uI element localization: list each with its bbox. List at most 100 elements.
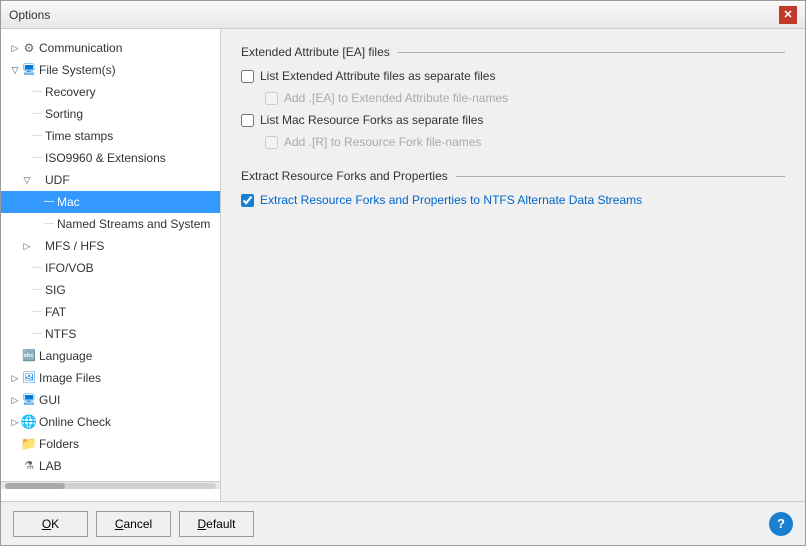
expand-onlinecheck[interactable]: ▷ [9, 416, 21, 428]
dash-icon4: — [33, 150, 41, 166]
tree-label-udf: UDF [45, 171, 70, 189]
option2-checkbox[interactable] [265, 92, 278, 105]
dash-icon6: — [45, 194, 53, 210]
option3-row: List Mac Resource Forks as separate file… [241, 113, 785, 127]
ok-button[interactable]: OK [13, 511, 88, 537]
tree-label-mac: Mac [57, 193, 80, 211]
tree-label-lab: LAB [39, 457, 62, 475]
tree-label-sorting: Sorting [45, 105, 83, 123]
ea-files-section: Extended Attribute [EA] files List Exten… [241, 45, 785, 149]
option1-row: List Extended Attribute files as separat… [241, 69, 785, 83]
tree-label-sig: SIG [45, 281, 66, 299]
tree-item-filesystem[interactable]: ▽ 🖥 File System(s) [1, 59, 220, 81]
tree-label-filesystem: File System(s) [39, 61, 116, 79]
lab-icon: ⚗ [21, 458, 37, 474]
option1-label[interactable]: List Extended Attribute files as separat… [260, 69, 495, 83]
tree-item-gui[interactable]: ▷ 🖥 GUI [1, 389, 220, 411]
dash-icon8 [33, 238, 41, 254]
option3-checkbox[interactable] [241, 114, 254, 127]
section1-divider [398, 52, 785, 53]
globe-icon: 🌐 [21, 414, 37, 430]
gear-icon: ⚙ [21, 40, 37, 56]
tree-item-ifo[interactable]: — IFO/VOB [1, 257, 220, 279]
option2-row: Add .[EA] to Extended Attribute file-nam… [241, 91, 785, 105]
dash-icon5 [33, 172, 41, 188]
option3-label[interactable]: List Mac Resource Forks as separate file… [260, 113, 483, 127]
tree-label-folders: Folders [39, 435, 79, 453]
help-button[interactable]: ? [769, 512, 793, 536]
tree-label-imagefiles: Image Files [39, 369, 101, 387]
tree-item-imagefiles[interactable]: ▷ 🖼 Image Files [1, 367, 220, 389]
tree-item-udf[interactable]: ▽ UDF [1, 169, 220, 191]
tree-item-mfs[interactable]: ▷ MFS / HFS [1, 235, 220, 257]
dialog-title: Options [9, 8, 50, 22]
folder-icon: 📁 [21, 436, 37, 452]
tree-item-communication[interactable]: ▷ ⚙ Communication [1, 37, 220, 59]
tree-label-gui: GUI [39, 391, 60, 409]
option4-checkbox[interactable] [265, 136, 278, 149]
tree-item-namedstreams[interactable]: — Named Streams and System [1, 213, 220, 235]
cancel-button[interactable]: Cancel [96, 511, 171, 537]
expand-mfs[interactable]: ▷ [21, 240, 33, 252]
fs-icon: 🖥 [21, 62, 37, 78]
dash-icon9: — [33, 260, 41, 276]
tree-label-recovery: Recovery [45, 83, 96, 101]
tree-item-fat[interactable]: — FAT [1, 301, 220, 323]
tree-item-iso9960[interactable]: — ISO9960 & Extensions [1, 147, 220, 169]
img-icon: 🖼 [21, 370, 37, 386]
tree-item-sig[interactable]: — SIG [1, 279, 220, 301]
dialog-footer: OK Cancel Default ? [1, 501, 805, 545]
tree-label-timestamps: Time stamps [45, 127, 113, 145]
lang-icon: 🔤 [21, 348, 37, 364]
tree-item-folders[interactable]: 📁 Folders [1, 433, 220, 455]
tree-label-fat: FAT [45, 303, 66, 321]
tree-item-timestamps[interactable]: — Time stamps [1, 125, 220, 147]
tree-item-onlinecheck[interactable]: ▷ 🌐 Online Check [1, 411, 220, 433]
section2-divider [456, 176, 785, 177]
section2-title: Extract Resource Forks and Properties [241, 169, 448, 183]
option5-label[interactable]: Extract Resource Forks and Properties to… [260, 193, 642, 207]
default-button[interactable]: Default [179, 511, 254, 537]
option2-label: Add .[EA] to Extended Attribute file-nam… [284, 91, 508, 105]
tree-panel: ▷ ⚙ Communication ▽ 🖥 File System(s) — R [1, 29, 221, 501]
expand-communication[interactable]: ▷ [9, 42, 21, 54]
tree-scrollbar[interactable] [1, 481, 220, 489]
section1-title: Extended Attribute [EA] files [241, 45, 390, 59]
dash-icon7: — [45, 216, 53, 232]
dash-icon11: — [33, 304, 41, 320]
close-button[interactable]: ✕ [779, 6, 797, 24]
dash-icon2: — [33, 106, 41, 122]
tree-item-sorting[interactable]: — Sorting [1, 103, 220, 125]
tree-item-lab[interactable]: ⚗ LAB [1, 455, 220, 477]
tree-item-recovery[interactable]: — Recovery [1, 81, 220, 103]
option5-checkbox[interactable] [241, 194, 254, 207]
tree-label-namedstreams: Named Streams and System [57, 215, 210, 233]
tree-label-ifo: IFO/VOB [45, 259, 94, 277]
content-panel: Extended Attribute [EA] files List Exten… [221, 29, 805, 501]
expand-udf[interactable]: ▽ [21, 174, 33, 186]
expand-gui[interactable]: ▷ [9, 394, 21, 406]
tree-label-onlinecheck: Online Check [39, 413, 111, 431]
tree-item-mac[interactable]: — Mac [1, 191, 220, 213]
dash-icon: — [33, 84, 41, 100]
dash-icon10: — [33, 282, 41, 298]
tree-item-language[interactable]: 🔤 Language [1, 345, 220, 367]
expand-filesystem[interactable]: ▽ [9, 64, 21, 76]
gui-icon: 🖥 [21, 392, 37, 408]
option1-checkbox[interactable] [241, 70, 254, 83]
tree-label-ntfs: NTFS [45, 325, 76, 343]
options-dialog: Options ✕ ▷ ⚙ Communication ▽ 🖥 File Sy [0, 0, 806, 546]
tree-label-language: Language [39, 347, 92, 365]
dialog-body: ▷ ⚙ Communication ▽ 🖥 File System(s) — R [1, 29, 805, 501]
tree-label-communication: Communication [39, 39, 122, 57]
title-bar: Options ✕ [1, 1, 805, 29]
option5-row: Extract Resource Forks and Properties to… [241, 193, 785, 207]
tree-item-ntfs[interactable]: — NTFS [1, 323, 220, 345]
expand-imagefiles[interactable]: ▷ [9, 372, 21, 384]
option4-label: Add .[R] to Resource Fork file-names [284, 135, 481, 149]
dash-icon3: — [33, 128, 41, 144]
tree-label-iso9960: ISO9960 & Extensions [45, 149, 166, 167]
dash-icon12: — [33, 326, 41, 342]
option4-row: Add .[R] to Resource Fork file-names [241, 135, 785, 149]
tree-label-mfs: MFS / HFS [45, 237, 104, 255]
